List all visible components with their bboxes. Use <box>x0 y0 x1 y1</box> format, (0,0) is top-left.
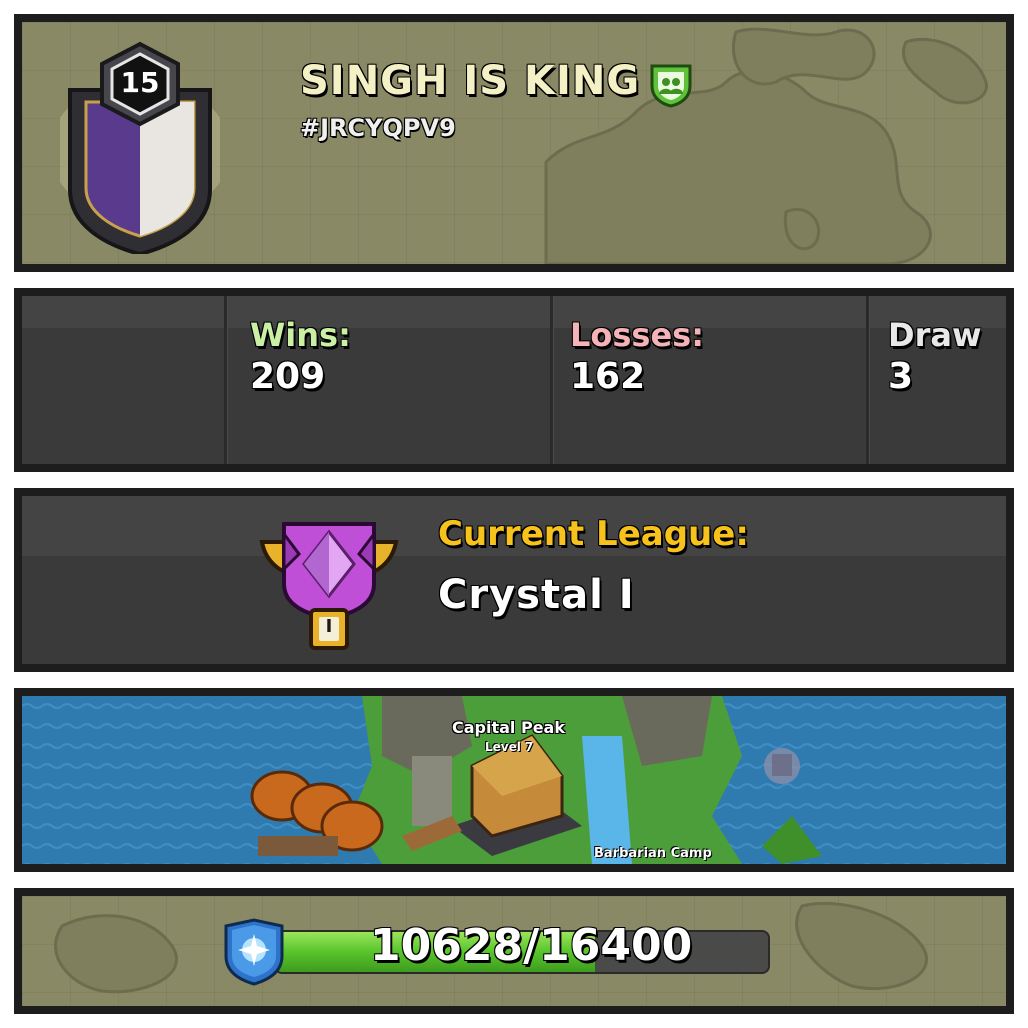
column-divider <box>224 296 228 464</box>
wins-label: Wins: <box>250 316 351 354</box>
current-league-value: Crystal I <box>438 572 635 618</box>
clan-xp-panel: 10628/16400 <box>14 888 1014 1014</box>
wins-value: 209 <box>250 356 326 397</box>
losses-label: Losses: <box>570 316 705 354</box>
league-tier-numeral: I <box>325 616 333 637</box>
current-league-label: Current League: <box>438 514 749 554</box>
column-divider <box>550 296 554 464</box>
clan-capital-panel[interactable]: Capital Peak Level 7 Barbarian Camp <box>14 688 1014 872</box>
xp-progress-text: 10628/16400 <box>370 920 693 971</box>
column-divider <box>866 296 870 464</box>
war-stats-panel: Wins: 209 Losses: 162 Draw 3 <box>14 288 1014 472</box>
clan-name: SINGH IS KING <box>300 58 641 104</box>
clan-level-number: 15 <box>120 66 160 99</box>
clan-tag: #JRCYQPV9 <box>300 114 456 142</box>
clan-badge: 15 <box>50 40 230 257</box>
header-band <box>22 296 1006 328</box>
clan-header-panel: 15 SINGH IS KING #JRCYQPV9 <box>14 14 1014 272</box>
capital-peak-name: Capital Peak <box>452 718 565 737</box>
losses-value: 162 <box>570 356 646 397</box>
district-label: Barbarian Camp <box>594 846 712 861</box>
draws-label: Draw <box>888 316 982 354</box>
clan-xp-shield-icon <box>224 918 284 986</box>
family-friendly-icon <box>650 64 692 108</box>
league-panel: I Current League: Crystal I <box>14 488 1014 672</box>
capital-peak-level: Level 7 <box>485 740 534 754</box>
draws-value: 3 <box>888 356 914 397</box>
